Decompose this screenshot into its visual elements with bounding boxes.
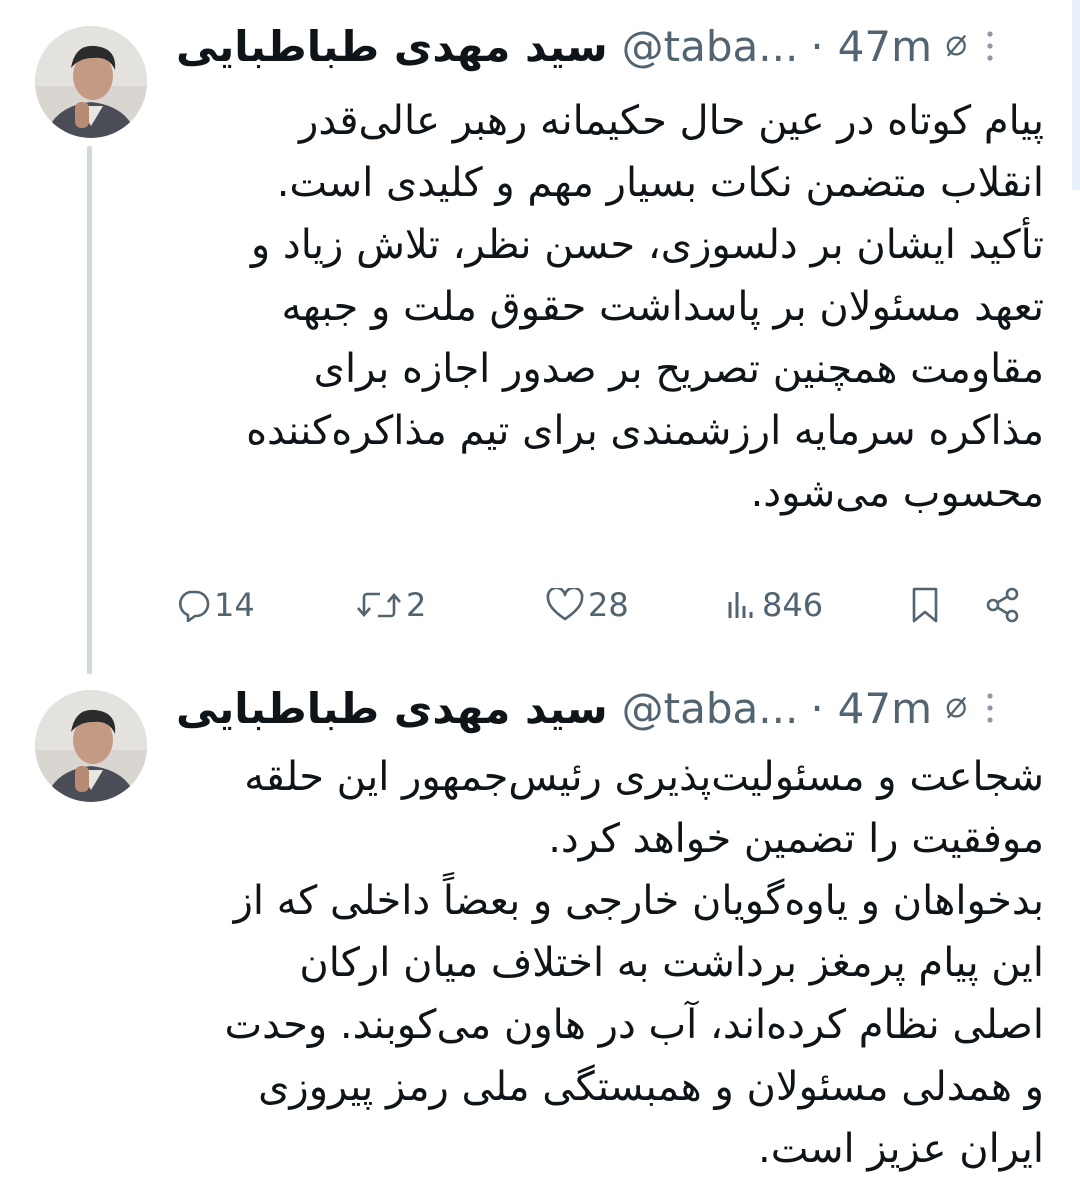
repost-count: 2 bbox=[406, 586, 427, 624]
views-bar-chart-icon bbox=[728, 592, 753, 618]
repost-button[interactable]: 2 bbox=[356, 586, 426, 624]
share-icon bbox=[986, 587, 1019, 623]
author-handle[interactable]: @taba... bbox=[622, 22, 799, 71]
like-count: 28 bbox=[588, 586, 629, 624]
thread-connector-line bbox=[87, 146, 92, 674]
view-count: 846 bbox=[762, 586, 824, 624]
author-name[interactable]: سید مهدی طباطبایی bbox=[176, 684, 608, 733]
body-line: تأکید ایشان بر دلسوزی، حسن نظر، تلاش زیا… bbox=[250, 222, 1044, 268]
tweet-actions: 14 2 28 846 bbox=[176, 580, 1036, 642]
body-line: مذاکره سرمایه ارزشمندی برای تیم مذاکره‌ک… bbox=[246, 408, 1044, 454]
bookmark-icon bbox=[912, 587, 938, 623]
body-line: محسوب می‌شود. bbox=[750, 470, 1044, 516]
avatar-portrait-icon bbox=[35, 690, 147, 802]
meta-separator: · bbox=[810, 683, 824, 733]
body-line: ایران عزیز است. bbox=[758, 1126, 1044, 1172]
more-vertical-icon[interactable] bbox=[981, 26, 1000, 66]
body-line: و همدلی مسئولان و همبستگی ملی رمز پیروزی bbox=[258, 1064, 1044, 1110]
scrollbar-edge[interactable] bbox=[1072, 0, 1080, 190]
body-line: موفقیت را تضمین خواهد کرد. bbox=[548, 816, 1044, 862]
tweet-header: سید مهدی طباطبایی @taba... · 47m bbox=[176, 678, 1056, 738]
tweet-body: پیام کوتاه در عین حال حکیمانه رهبر عالی‌… bbox=[176, 90, 1044, 524]
tweet-body: شجاعت و مسئولیت‌پذیری رئیس‌جمهور این حلق… bbox=[176, 746, 1044, 1180]
author-avatar[interactable] bbox=[35, 26, 147, 138]
more-vertical-icon[interactable] bbox=[981, 688, 1000, 728]
body-line: انقلاب متضمن نکات بسیار مهم و کلیدی است. bbox=[276, 160, 1044, 206]
like-button[interactable]: 28 bbox=[546, 586, 629, 624]
slashed-circle-icon bbox=[946, 697, 966, 719]
views-button[interactable]: 846 bbox=[724, 586, 823, 624]
body-line: تعهد مسئولان بر پاسداشت حقوق ملت و جبهه bbox=[281, 284, 1044, 330]
repost-icon bbox=[357, 592, 401, 618]
body-line: مقاومت همچنین تصریح بر صدور اجازه برای bbox=[313, 346, 1044, 392]
bookmark-button[interactable] bbox=[908, 586, 942, 624]
body-line: بدخواهان و یاوه‌گویان خارجی و بعضاً داخل… bbox=[233, 878, 1044, 924]
avatar-portrait-icon bbox=[35, 26, 147, 138]
author-avatar[interactable] bbox=[35, 690, 147, 802]
tweet-header: سید مهدی طباطبایی @taba... · 47m bbox=[176, 16, 1056, 76]
body-line: شجاعت و مسئولیت‌پذیری رئیس‌جمهور این حلق… bbox=[244, 754, 1044, 800]
heart-icon bbox=[546, 588, 584, 621]
author-name[interactable]: سید مهدی طباطبایی bbox=[176, 22, 608, 71]
reply-button[interactable]: 14 bbox=[176, 586, 255, 624]
body-line: اصلی نظام کرده‌اند، آب در هاون می‌کوبند.… bbox=[224, 1002, 1044, 1048]
reply-count: 14 bbox=[214, 586, 255, 624]
body-line: این پیام پرمغز برداشت به اختلاف میان ارک… bbox=[299, 940, 1044, 986]
slashed-circle-icon bbox=[946, 35, 966, 57]
reply-icon bbox=[178, 590, 210, 622]
body-line: پیام کوتاه در عین حال حکیمانه رهبر عالی‌… bbox=[299, 98, 1044, 144]
share-button[interactable] bbox=[984, 586, 1022, 624]
meta-separator: · bbox=[810, 21, 824, 71]
timestamp[interactable]: 47m bbox=[838, 684, 932, 733]
timestamp[interactable]: 47m bbox=[838, 22, 932, 71]
author-handle[interactable]: @taba... bbox=[622, 684, 799, 733]
